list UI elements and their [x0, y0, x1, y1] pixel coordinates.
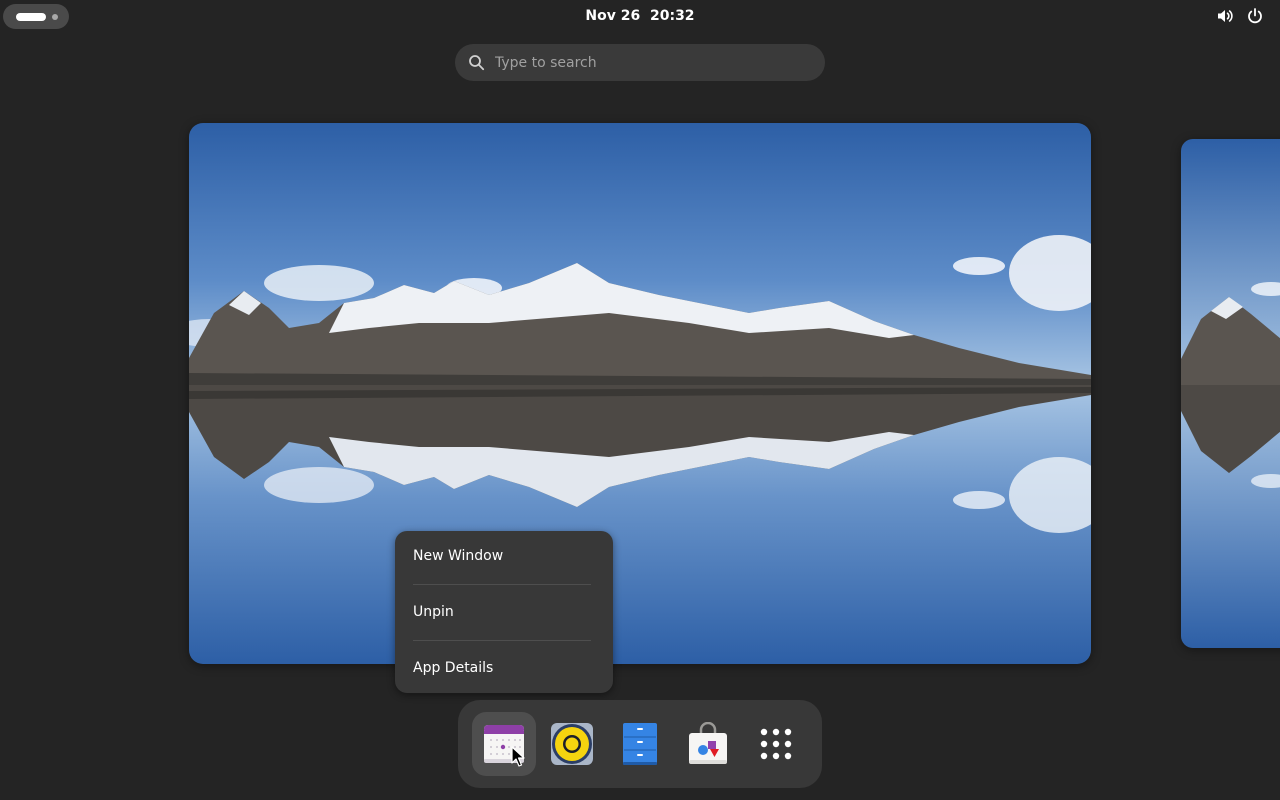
search-bar[interactable] [455, 44, 825, 81]
search-input[interactable] [495, 44, 805, 81]
dash-app-calendar[interactable] [472, 712, 536, 776]
workspace-indicator-active [16, 13, 46, 21]
workspace-current[interactable] [189, 123, 1091, 664]
workspace-indicator-inactive [52, 14, 58, 20]
software-store-icon [689, 722, 727, 764]
volume-icon[interactable] [1216, 7, 1234, 25]
dash-app-file-cabinet[interactable] [608, 712, 672, 776]
dash-app-software[interactable] [676, 712, 740, 776]
dash-app-rhythmbox[interactable] [540, 712, 604, 776]
clock[interactable]: Nov 26 20:32 [540, 0, 740, 32]
mountain-lake-wallpaper-thumbnail [1181, 139, 1280, 648]
activities-button[interactable] [3, 4, 69, 29]
app-context-menu: New Window Unpin App Details [395, 531, 613, 693]
menu-item-app-details[interactable]: App Details [395, 644, 613, 692]
speaker-icon [551, 723, 593, 765]
menu-separator [413, 584, 591, 585]
power-icon[interactable] [1246, 7, 1264, 25]
top-bar: Nov 26 20:32 [0, 0, 1280, 32]
workspace-next[interactable] [1181, 139, 1280, 648]
search-icon [469, 55, 485, 71]
menu-item-new-window[interactable]: New Window [395, 532, 613, 580]
app-grid-icon [760, 728, 792, 760]
mountain-lake-wallpaper [189, 123, 1091, 664]
menu-separator [413, 640, 591, 641]
menu-item-unpin[interactable]: Unpin [395, 588, 613, 636]
dash [458, 700, 822, 788]
dash-show-apps[interactable] [744, 712, 808, 776]
file-cabinet-icon [623, 723, 657, 765]
mouse-cursor-icon [511, 746, 525, 767]
